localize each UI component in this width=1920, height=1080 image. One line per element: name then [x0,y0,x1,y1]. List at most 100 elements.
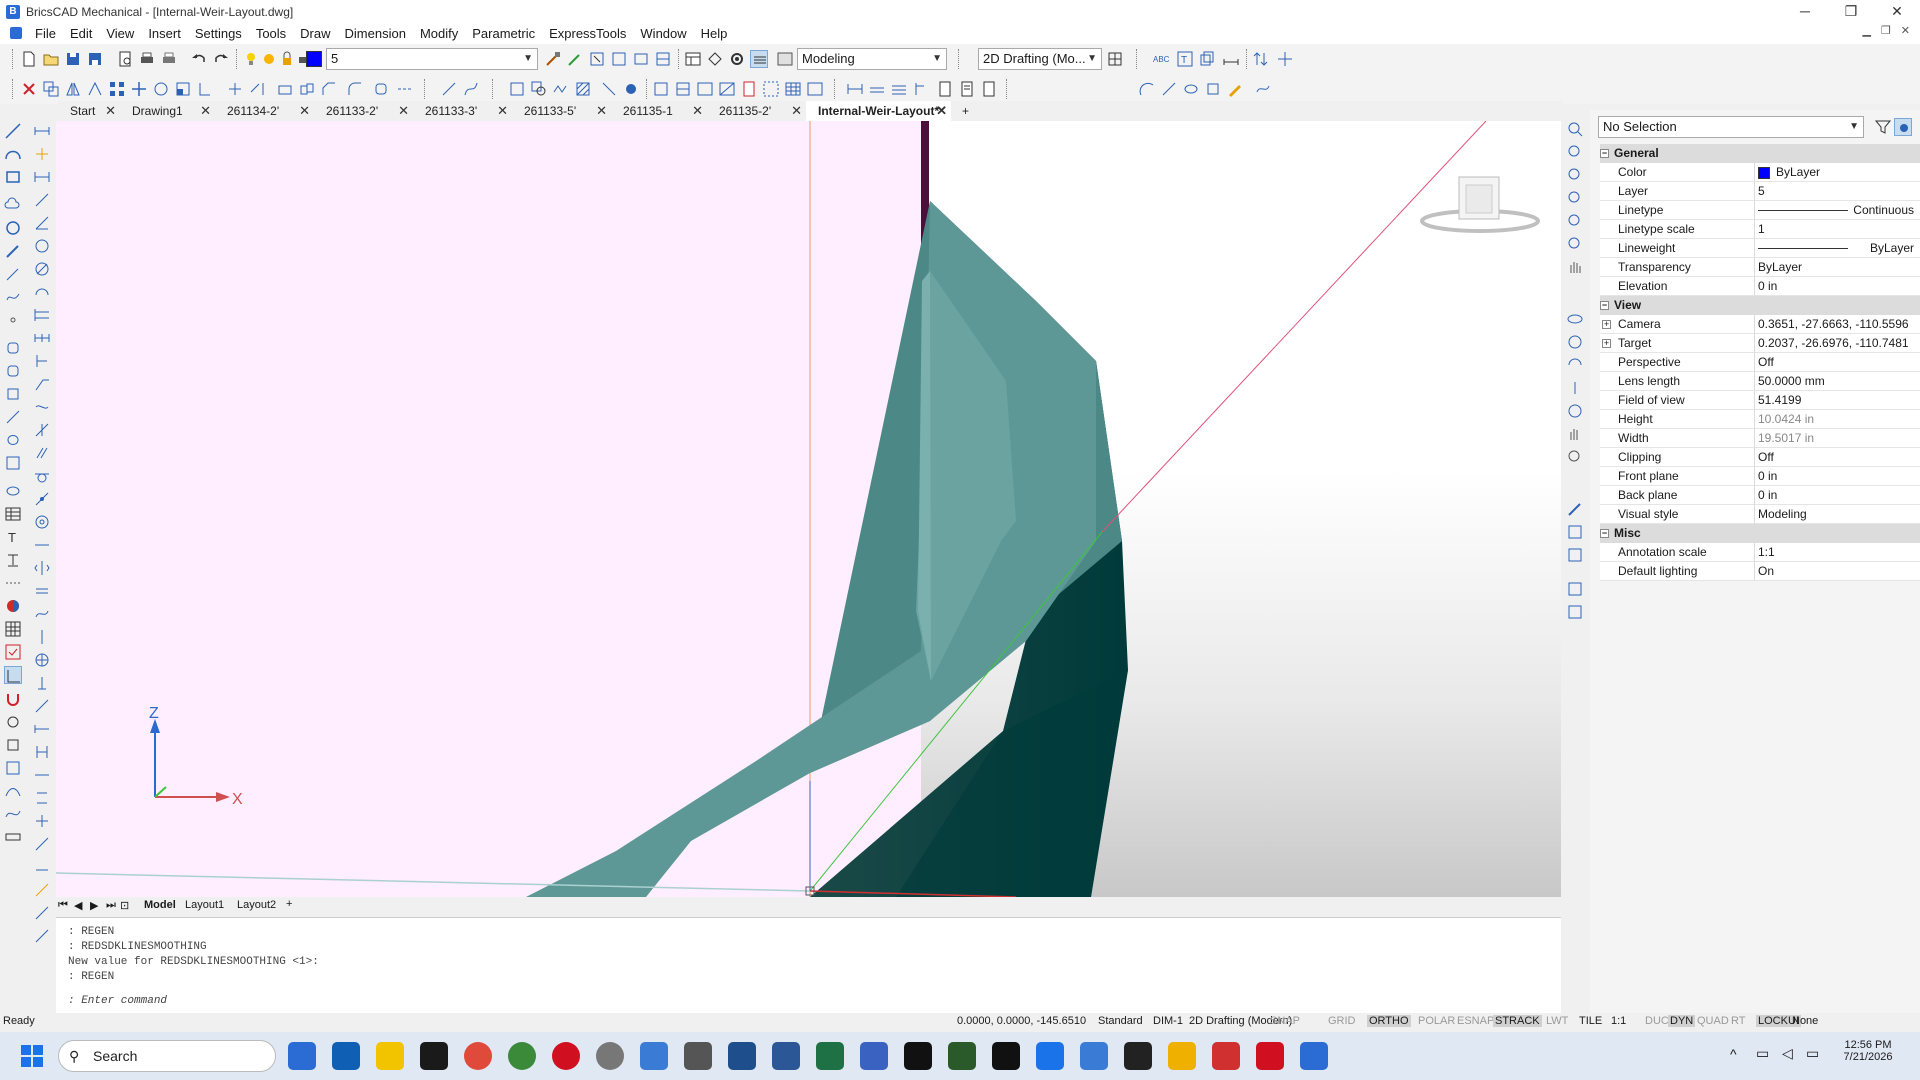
terminal-icon[interactable] [1124,1042,1152,1070]
paint-icon[interactable] [1168,1042,1196,1070]
line-icon[interactable] [4,122,22,140]
property-row-linetype[interactable]: Linetype Continuous [1600,201,1920,220]
hatch-icon[interactable] [574,80,592,98]
layers-panel-icon[interactable] [1566,523,1584,541]
multiline-text-icon[interactable]: T [4,528,22,546]
block-icon[interactable] [652,80,670,98]
close-button[interactable]: ✕ [1874,0,1920,24]
close-icon[interactable]: ✕ [105,101,116,121]
status-toggle-lwt[interactable]: LWT [1546,1015,1568,1027]
sort-icon[interactable] [1252,50,1270,68]
doc-minimize-button[interactable]: ▁ [1862,24,1870,37]
zoom-extents-icon[interactable] [1566,212,1584,230]
status-toggle-strack[interactable]: STRACK [1493,1015,1542,1027]
sketch-icon[interactable] [4,265,22,283]
loft-icon[interactable] [1182,80,1200,98]
ordinate-dim-icon[interactable] [33,352,51,370]
trim-icon[interactable] [226,80,244,98]
baseline-dim-icon[interactable] [33,306,51,324]
remote-desktop-icon[interactable] [640,1042,668,1070]
add-layout-button[interactable]: + [286,898,292,910]
excel-icon[interactable] [816,1042,844,1070]
fix-constraint-icon[interactable] [33,145,51,163]
gradient-icon[interactable] [4,454,22,472]
zoom-realtime-icon[interactable] [1566,120,1584,138]
region-icon[interactable] [4,339,22,357]
visual-style-dropdown[interactable]: Modeling ▼ [797,48,947,70]
word-icon[interactable] [772,1042,800,1070]
stretch-icon[interactable] [196,80,214,98]
tab-layout2[interactable]: Layout2 [237,899,276,911]
sheet-icon[interactable] [936,80,954,98]
dim-stack-icon[interactable] [890,80,908,98]
status-toggle-rt[interactable]: RT [1731,1015,1745,1027]
print-preview-icon[interactable] [116,50,134,68]
angular-constraint-icon[interactable] [33,214,51,232]
dim-linear-icon[interactable] [846,80,864,98]
close-icon[interactable]: ✕ [398,101,409,121]
layer-state-icon[interactable] [632,50,650,68]
collinear-icon[interactable] [33,536,51,554]
layer-lock-icon[interactable] [278,50,296,68]
close-icon[interactable]: ✕ [936,101,947,121]
snipping-icon[interactable] [1212,1042,1240,1070]
bom-icon[interactable] [4,759,22,777]
pen-icon[interactable] [4,242,22,260]
hatch-edit-icon[interactable] [508,80,526,98]
library-panel-icon[interactable] [1566,603,1584,621]
layer-previous-icon[interactable] [566,50,584,68]
explorer-icon[interactable] [706,50,724,68]
copy-clip-icon[interactable] [1198,50,1216,68]
last-layout-icon[interactable]: ⏭ [106,899,116,912]
array-icon[interactable] [108,80,126,98]
curve-icon[interactable] [4,782,22,800]
zoom-in-icon[interactable] [1566,143,1584,161]
table-icon[interactable] [784,80,802,98]
xref-icon[interactable] [718,80,736,98]
property-row-back-plane[interactable]: Back plane 0 in [1600,486,1920,505]
tab-internal-weir-layout[interactable]: Internal-Weir-Layout* ✕ [806,101,951,121]
layout-list-icon[interactable]: ⊡ [120,899,129,912]
next-layout-icon[interactable]: ▶ [90,899,98,912]
diameter-constraint-icon[interactable] [33,260,51,278]
collapse-icon[interactable]: − [1600,529,1609,538]
visual-style-icon[interactable] [776,50,794,68]
layer-merge-icon[interactable] [654,50,672,68]
look-around-icon[interactable] [1566,356,1584,374]
text-table-icon[interactable] [4,505,22,523]
opera-icon[interactable] [552,1042,580,1070]
zoom-previous-icon[interactable] [1566,235,1584,253]
document-icon[interactable] [10,27,22,39]
property-row-clipping[interactable]: Clipping Off [1600,448,1920,467]
dim-aligned-icon[interactable] [868,80,886,98]
edit-polyline-icon[interactable] [440,80,458,98]
layer-isolate-icon[interactable] [588,50,606,68]
save-icon[interactable] [64,50,82,68]
status-toggle-1-1[interactable]: 1:1 [1611,1015,1626,1027]
status-toggle-dyn[interactable]: DYN [1668,1015,1696,1027]
tangent-icon[interactable] [33,467,51,485]
property-row-annotation-scale[interactable]: Annotation scale 1:1 [1600,543,1920,562]
menu-insert[interactable]: Insert [141,26,188,41]
break-icon[interactable] [276,80,294,98]
close-icon[interactable]: ✕ [692,101,703,121]
pdf-attach-icon[interactable] [740,80,758,98]
property-row-lens-length[interactable]: Lens length 50.0000 mm [1600,372,1920,391]
move-icon[interactable] [130,80,148,98]
magnet-icon[interactable] [4,690,22,708]
bricscad-link-icon[interactable] [622,80,640,98]
edit-spline-icon[interactable] [462,80,480,98]
page-setup-icon[interactable] [980,80,998,98]
v-app-icon[interactable] [992,1042,1020,1070]
horizontal-constraint-icon[interactable] [33,168,51,186]
open-file-icon[interactable] [42,50,60,68]
tab-261135-2[interactable]: 261135-2' ✕ [707,101,806,121]
zoom-window-view-icon[interactable] [1566,189,1584,207]
layer-on-bulb-icon[interactable] [242,50,260,68]
status-toggle-quad[interactable]: QUAD [1697,1015,1729,1027]
perpendicular-icon[interactable] [33,421,51,439]
property-row-width[interactable]: Width 19.5017 in [1600,429,1920,448]
selection-dropdown[interactable]: No Selection ▼ [1598,116,1864,138]
concentric-icon[interactable] [33,513,51,531]
volume-icon[interactable]: ◁ [1782,1045,1793,1062]
